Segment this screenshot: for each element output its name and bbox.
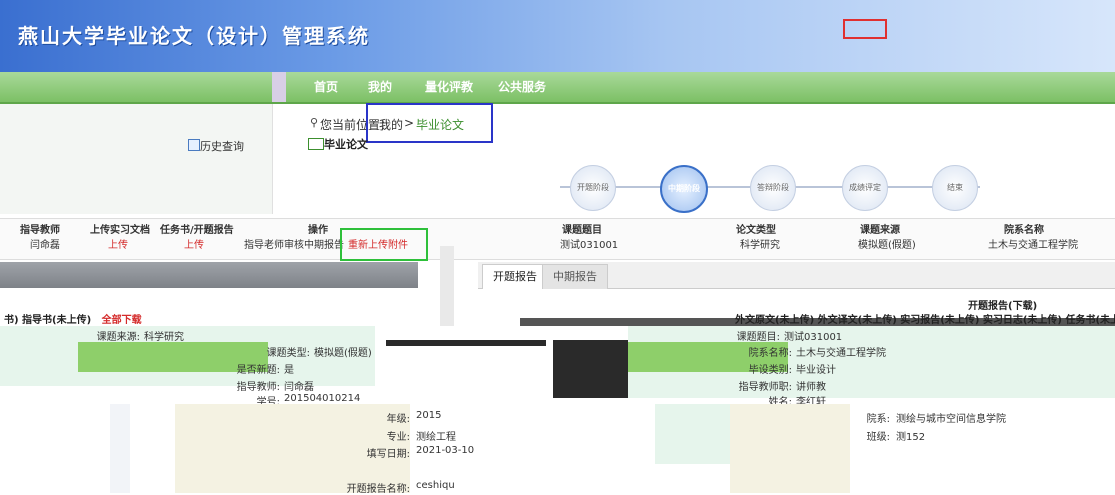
kaiti-download-link[interactable]: 开题报告(下载) [968,297,1037,312]
rf-value-3: 讲师教 [796,382,826,393]
rf-label-3: 指导教师职: [738,382,792,393]
lf-label-2: 是否新题: [236,365,280,376]
grade-value: 2015 [416,410,442,421]
download-all-link[interactable]: 全部下载 [102,315,142,326]
lf-value-1: 模拟题(假题) [314,348,372,359]
bottom-mid-pale [655,404,730,464]
source-value: 模拟题(假题) [858,240,916,251]
breadcrumb-highlight [366,103,493,143]
nav-divider [272,72,286,102]
date-label: 填写日期: [366,449,410,460]
step-1: 开题阶段 [570,165,616,211]
lf-value-2: 是 [284,365,294,376]
step-4: 成绩评定 [842,165,888,211]
header-advisor: 指导教师 [20,225,60,236]
separator-bar [386,340,546,346]
header-source: 课题来源 [860,225,900,236]
tab-zhongqi[interactable]: 中期报告 [542,264,608,289]
topic-value: 测试031001 [560,240,619,251]
rf-label-1: 院系名称: [748,348,792,359]
header-task-report: 任务书/开题报告 [160,225,234,236]
nav-evaluation[interactable]: 量化评教 [425,78,473,95]
doc-links[interactable]: 外文原文(未上传) 外文译文(未上传) 实习报告(未上传) 实习日志(未上传) … [735,311,1115,326]
header-operation: 操作 [308,225,328,236]
section-title: 毕业论文 [324,138,368,151]
advisor-value: 闫命磊 [30,240,60,251]
header-topic: 课题题目 [562,225,602,236]
rf-value-0: 测试031001 [784,332,843,343]
header-type: 论文类型 [736,225,776,236]
splitter [440,246,454,326]
grade-label: 年级: [386,414,410,425]
rf-value-1: 土木与交通工程学院 [796,348,886,359]
bottom-left-strip [110,404,130,493]
type-value: 科学研究 [740,240,780,251]
main-nav [0,72,1115,104]
header-upload-practice: 上传实习文档 [90,225,150,236]
lf-value-0: 科学研究 [144,332,184,343]
step-5: 结束 [932,165,978,211]
upload-practice-link[interactable]: 上传 [108,236,128,251]
history-link[interactable]: 历史查询 [200,138,244,154]
nav-public-service[interactable]: 公共服务 [498,78,546,95]
guide-link[interactable]: 书) 指导书(未上传) [4,315,91,326]
system-title: 燕山大学毕业论文（设计）管理系统 [18,24,370,48]
history-icon [188,139,200,151]
dept-value: 土木与交通工程学院 [988,240,1078,251]
nav-home[interactable]: 首页 [314,78,338,95]
report-name-value: ceshiqu [416,480,455,491]
rf-label-0: 课题题目: [736,332,780,343]
upload-task-link[interactable]: 上传 [184,236,204,251]
highlight-box [843,19,887,39]
left-doc-links[interactable]: 书) 指导书(未上传) 全部下载 [4,311,142,326]
lf-label-3: 指导教师: [236,382,280,393]
major-value: 测绘工程 [416,432,456,443]
section-icon [308,138,324,150]
header-dept: 院系名称 [1004,225,1044,236]
dept-value-bottom: 测绘与城市空间信息学院 [896,414,1006,425]
tab-kaiti[interactable]: 开题报告 [482,264,548,289]
status-text: 指导老师审核中期报告 [244,240,344,251]
dark-panel [553,340,628,398]
class-label: 班级: [866,432,890,443]
dept-label: 院系: [866,414,890,425]
left-panel [0,104,273,214]
major-label: 专业: [386,432,410,443]
lf-label-0: 课题来源: [96,332,140,343]
nav-mine[interactable]: 我的 [368,78,392,95]
location-pin-icon: ⚲ [310,116,319,129]
reupload-highlight [340,228,428,261]
step-3: 答辩阶段 [750,165,796,211]
lf-value-3: 闫命磊 [284,382,314,393]
lf-label-1: 课题类型: [266,348,310,359]
step-2-active: 中期阶段 [660,165,708,213]
class-value: 测152 [896,432,926,443]
lf-value-4: 201504010214 [284,393,361,404]
rf-label-2: 毕设类别: [748,365,792,376]
date-value: 2021-03-10 [416,445,475,456]
grey-header-bar [0,262,418,288]
rf-value-2: 毕业设计 [796,365,836,376]
